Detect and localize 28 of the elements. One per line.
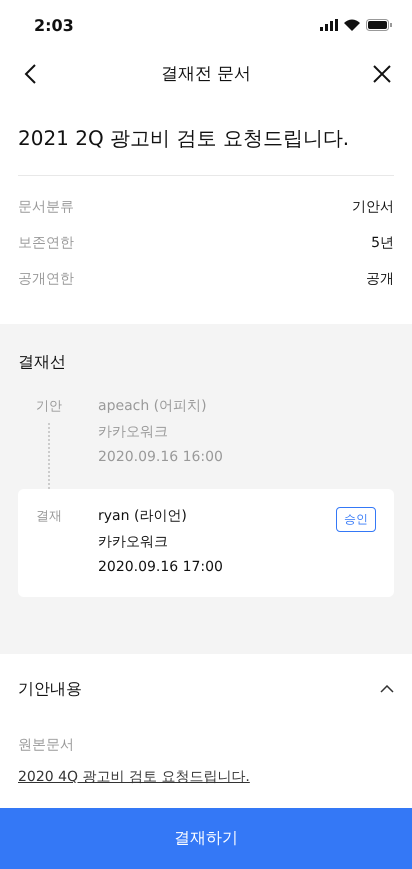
info-label: 문서분류 [18,198,74,216]
approver-name: apeach (어피치) [98,397,207,415]
info-value: 기안서 [352,198,394,216]
back-icon [23,62,37,84]
step-role: 결재 [36,508,62,525]
step-role: 기안 [36,398,62,415]
info-label: 보존연한 [18,234,74,252]
original-label: 원본문서 [18,736,75,754]
approver-name: ryan (라이언) [98,507,187,525]
status-tag: 승인 [336,507,376,532]
section-title: 결재선 [18,352,67,373]
approval-time: 2020.09.16 17:00 [98,559,223,575]
info-value: 공개 [366,270,394,288]
status-time: 2:03 [34,16,74,34]
battery-icon [366,19,392,31]
approver-company: 카카오워크 [98,423,168,441]
original-document-link[interactable]: 2020 4Q 광고비 검토 요청드립니다. [18,769,250,785]
wifi-icon [344,19,360,31]
chevron-up-icon [380,685,394,693]
close-icon [372,64,392,84]
approve-button[interactable]: 결재하기 [0,808,412,869]
info-value: 5년 [371,234,394,252]
info-label: 공개연한 [18,270,74,288]
nav-title: 결재전 문서 [160,63,252,85]
approver-company: 카카오워크 [98,533,168,551]
document-title: 2021 2Q 광고비 검토 요청드립니다. [17,125,350,152]
approval-time: 2020.09.16 16:00 [98,449,223,465]
signal-icon [320,19,338,31]
